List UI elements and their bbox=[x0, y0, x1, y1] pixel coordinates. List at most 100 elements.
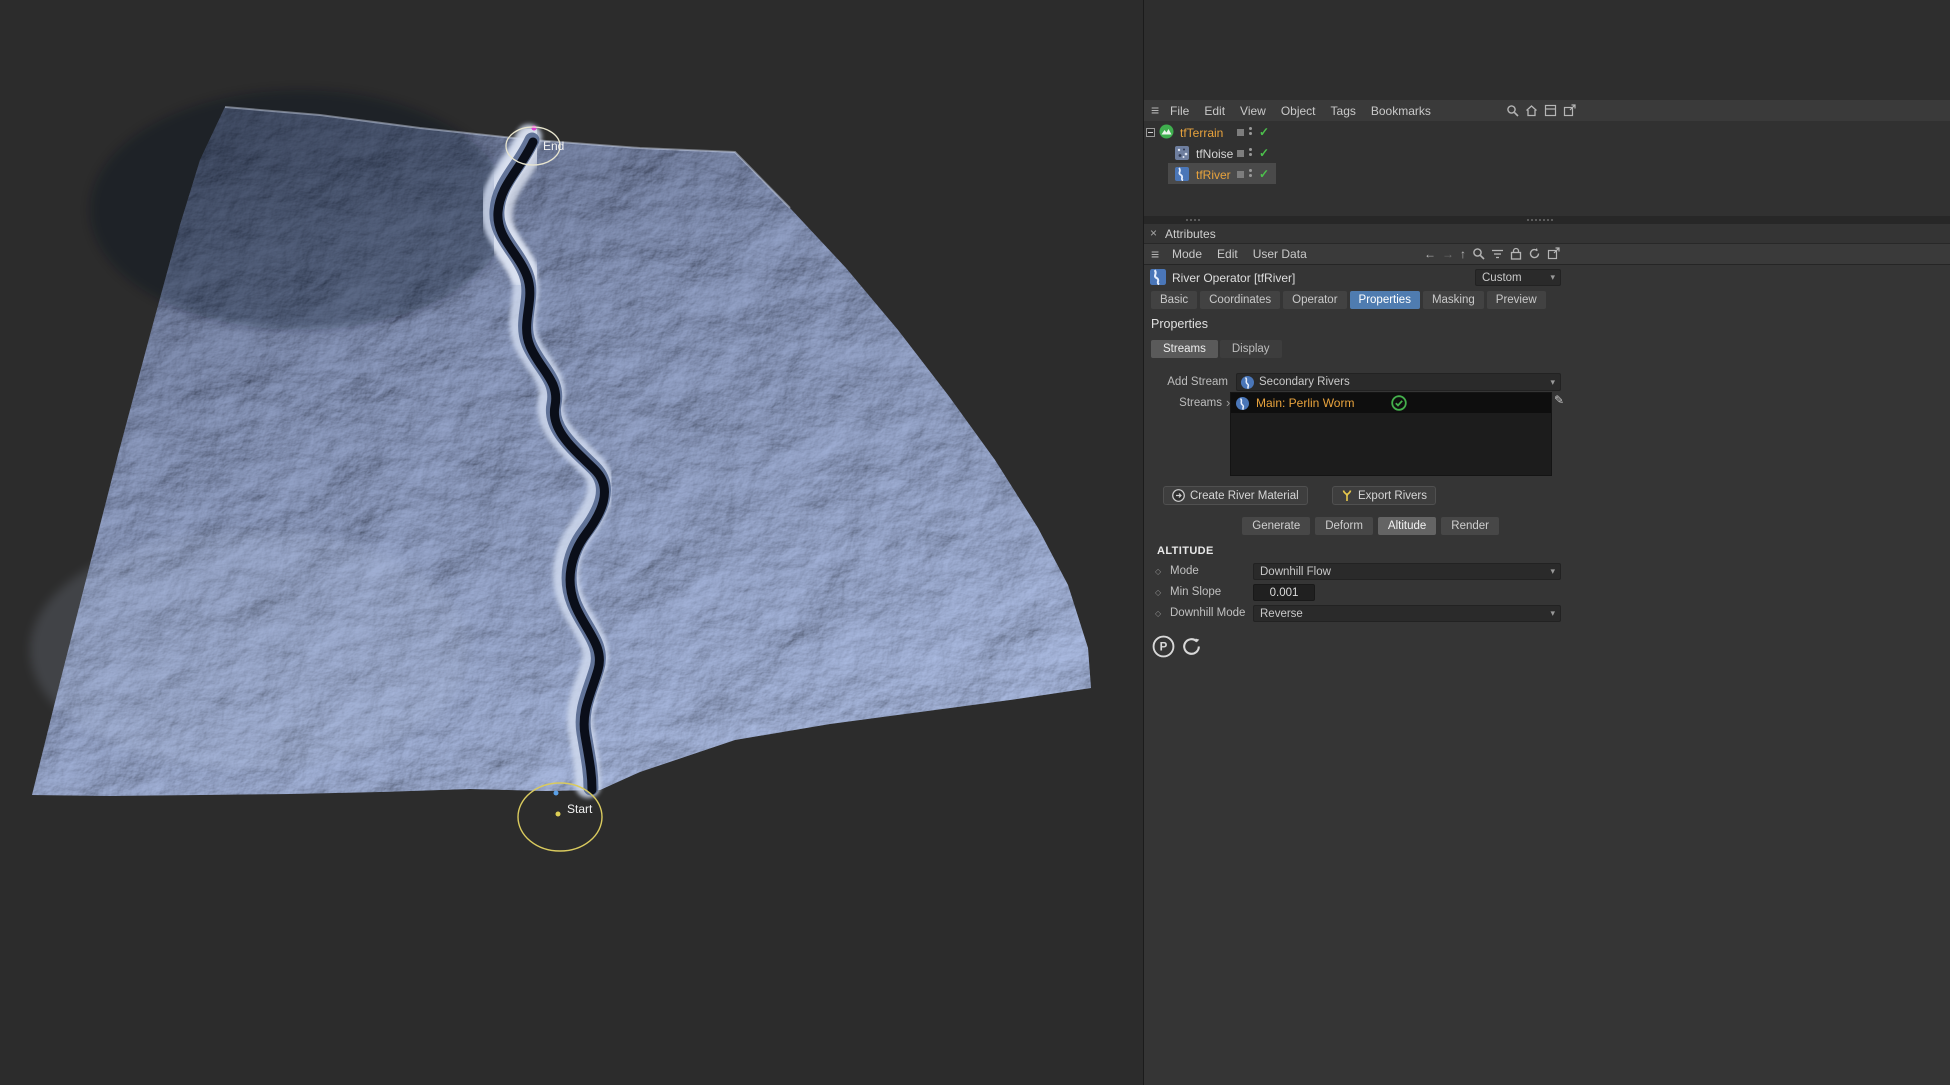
mode-value: Downhill Flow bbox=[1260, 565, 1331, 578]
application-window: End Start ≡ File Edit View Object Tags B… bbox=[0, 0, 1950, 1085]
menu-edit[interactable]: Edit bbox=[1217, 247, 1238, 261]
tab-coordinates[interactable]: Coordinates bbox=[1200, 291, 1281, 309]
stream-item-name: Main: Perlin Worm bbox=[1256, 396, 1355, 410]
generate-button[interactable]: Generate bbox=[1242, 517, 1311, 535]
add-stream-value: Secondary Rivers bbox=[1259, 376, 1350, 388]
close-attributes-icon[interactable]: × bbox=[1150, 226, 1157, 240]
history-forward-icon[interactable]: → bbox=[1442, 248, 1454, 260]
menu-mode[interactable]: Mode bbox=[1172, 247, 1202, 261]
tab-operator[interactable]: Operator bbox=[1283, 291, 1347, 309]
lock-icon[interactable] bbox=[1510, 247, 1522, 260]
material-arrow-icon bbox=[1172, 489, 1185, 502]
streams-listbox[interactable]: Main: Perlin Worm bbox=[1230, 392, 1552, 476]
parent-up-icon[interactable]: ↑ bbox=[1460, 248, 1466, 260]
mode-dropdown[interactable]: Downhill Flow ▾ bbox=[1253, 563, 1561, 580]
layout-icon[interactable] bbox=[1544, 104, 1557, 117]
properties-subtabs: Streams Display bbox=[1151, 340, 1282, 358]
preset-value: Custom bbox=[1482, 271, 1522, 284]
refresh-icon[interactable] bbox=[1528, 247, 1541, 260]
river-branch-icon bbox=[1342, 490, 1352, 501]
add-stream-label: Add Stream bbox=[1167, 376, 1228, 388]
min-slope-input[interactable] bbox=[1253, 584, 1315, 601]
altitude-button[interactable]: Altitude bbox=[1377, 517, 1437, 535]
reset-circular-arrow-button[interactable] bbox=[1180, 635, 1203, 658]
menu-object[interactable]: Object bbox=[1281, 104, 1316, 118]
deform-button[interactable]: Deform bbox=[1315, 517, 1373, 535]
diamond-bullet-icon: ◇ bbox=[1155, 609, 1162, 618]
external-window-icon[interactable] bbox=[1563, 104, 1576, 117]
attributes-object-title: River Operator [tfRiver] bbox=[1172, 271, 1296, 285]
external-window-icon[interactable] bbox=[1547, 247, 1560, 260]
chevron-down-icon: ▾ bbox=[1550, 608, 1555, 618]
tab-basic[interactable]: Basic bbox=[1151, 291, 1198, 309]
enabled-check-icon[interactable]: ✓ bbox=[1259, 167, 1269, 181]
stream-item-icon bbox=[1236, 396, 1249, 410]
stream-enabled-check-icon[interactable] bbox=[1391, 395, 1407, 411]
menu-user-data[interactable]: User Data bbox=[1253, 247, 1307, 261]
preset-p-glyph: P bbox=[1160, 642, 1168, 654]
diamond-bullet-icon: ◇ bbox=[1155, 567, 1162, 576]
stream-list-item[interactable]: Main: Perlin Worm bbox=[1231, 393, 1551, 413]
viewport-canvas[interactable]: End Start bbox=[0, 0, 1143, 1085]
river-operator-icon bbox=[1150, 269, 1166, 285]
tab-properties[interactable]: Properties bbox=[1349, 291, 1420, 309]
start-point-dot-yellow[interactable] bbox=[555, 811, 561, 817]
chevron-down-icon: ▾ bbox=[1550, 272, 1555, 282]
expand-collapse-icon[interactable] bbox=[1146, 128, 1155, 137]
home-icon[interactable] bbox=[1525, 104, 1538, 117]
add-stream-dropdown[interactable]: Secondary Rivers ▾ bbox=[1236, 373, 1561, 391]
menu-view[interactable]: View bbox=[1240, 104, 1266, 118]
object-manager-menu: File Edit View Object Tags Bookmarks bbox=[1170, 100, 1431, 121]
layer-toggle[interactable] bbox=[1237, 129, 1244, 136]
render-button[interactable]: Render bbox=[1441, 517, 1499, 535]
visibility-dots[interactable] bbox=[1249, 127, 1252, 135]
drag-handle[interactable] bbox=[1186, 219, 1200, 221]
start-point-dot-blue[interactable] bbox=[553, 790, 559, 796]
object-row-tfnoise[interactable]: tfNoise bbox=[1196, 147, 1233, 161]
river-action-buttons: Generate Deform Altitude Render bbox=[1242, 517, 1499, 535]
layer-toggle[interactable] bbox=[1237, 171, 1244, 178]
end-marker-label: End bbox=[543, 139, 564, 153]
edit-streams-pencil-icon[interactable]: ✎ bbox=[1554, 393, 1564, 407]
enabled-check-icon[interactable]: ✓ bbox=[1259, 146, 1269, 160]
preset-p-button[interactable]: P bbox=[1152, 635, 1175, 658]
menu-edit[interactable]: Edit bbox=[1204, 104, 1225, 118]
menu-file[interactable]: File bbox=[1170, 104, 1189, 118]
subtab-display[interactable]: Display bbox=[1219, 340, 1282, 358]
create-river-material-button[interactable]: Create River Material bbox=[1163, 486, 1308, 505]
tfnoise-object-icon[interactable] bbox=[1175, 146, 1189, 160]
tab-preview[interactable]: Preview bbox=[1486, 291, 1546, 309]
layer-toggle[interactable] bbox=[1237, 150, 1244, 157]
history-back-icon[interactable]: ← bbox=[1424, 248, 1436, 260]
search-icon[interactable] bbox=[1472, 247, 1485, 260]
create-river-material-label: Create River Material bbox=[1190, 489, 1299, 502]
object-row-tfriver[interactable]: tfRiver bbox=[1196, 168, 1231, 182]
hamburger-icon[interactable]: ≡ bbox=[1151, 247, 1159, 261]
tab-masking[interactable]: Masking bbox=[1422, 291, 1484, 309]
visibility-dots[interactable] bbox=[1249, 169, 1252, 177]
preset-dropdown[interactable]: Custom ▾ bbox=[1475, 269, 1561, 286]
menu-tags[interactable]: Tags bbox=[1331, 104, 1356, 118]
menu-bookmarks[interactable]: Bookmarks bbox=[1371, 104, 1431, 118]
enabled-check-icon[interactable]: ✓ bbox=[1259, 125, 1269, 139]
subtab-streams[interactable]: Streams bbox=[1151, 340, 1218, 358]
start-marker[interactable]: Start bbox=[517, 782, 603, 852]
object-manager-toolbar-icons bbox=[1506, 104, 1576, 117]
attributes-titlebar bbox=[1144, 224, 1950, 244]
visibility-dots[interactable] bbox=[1249, 148, 1252, 156]
drag-handle[interactable] bbox=[1527, 219, 1553, 221]
downhill-mode-dropdown[interactable]: Reverse ▾ bbox=[1253, 605, 1561, 622]
start-marker-label: Start bbox=[567, 802, 593, 816]
viewport[interactable]: End Start bbox=[0, 0, 1143, 1085]
attributes-title: Attributes bbox=[1165, 227, 1216, 241]
tfterrain-object-icon[interactable] bbox=[1159, 124, 1174, 139]
export-rivers-button[interactable]: Export Rivers bbox=[1332, 486, 1437, 505]
tfriver-object-icon[interactable] bbox=[1175, 167, 1189, 181]
end-point-dot[interactable] bbox=[531, 125, 537, 131]
object-row-tfterrain[interactable]: tfTerrain bbox=[1180, 126, 1223, 140]
diamond-bullet-icon: ◇ bbox=[1155, 588, 1162, 597]
filter-icon[interactable] bbox=[1491, 248, 1504, 260]
hamburger-icon[interactable]: ≡ bbox=[1151, 103, 1159, 117]
start-marker-ring[interactable] bbox=[517, 782, 603, 852]
search-icon[interactable] bbox=[1506, 104, 1519, 117]
